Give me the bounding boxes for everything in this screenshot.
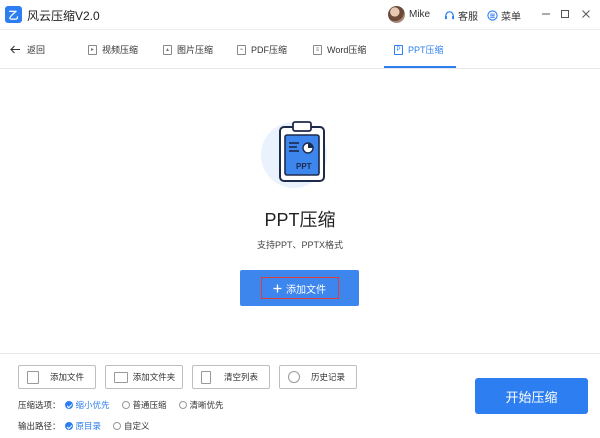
tab-ppt[interactable]: P PPT压缩 — [394, 43, 444, 56]
tab-label: Word压缩 — [327, 45, 367, 55]
tab-label: PDF压缩 — [251, 45, 288, 55]
radio-unchecked-icon — [121, 401, 130, 409]
compress-options-row: 压缩选项： 缩小优先 普通压缩 清晰优先 — [18, 399, 236, 411]
radio-label: 缩小优先 — [75, 400, 110, 410]
tab-pdf[interactable]: ⌁ PDF压缩 — [237, 43, 287, 56]
add-file-highlight: 添加文件 — [260, 277, 339, 299]
customer-service-button[interactable]: 客服 — [444, 8, 478, 23]
radio-label: 普通压缩 — [132, 400, 167, 410]
tab-word[interactable]: ≡ Word压缩 — [313, 43, 366, 56]
output-path-label: 输出路径： — [18, 421, 61, 431]
radio-checked-icon — [64, 422, 73, 430]
image-file-icon: ▴ — [163, 44, 172, 55]
radio-original-dir[interactable]: 原目录 — [64, 420, 102, 432]
toolbar-history-label: 历史记录 — [310, 372, 345, 382]
tab-bar: 返回 ▸ 视频压缩 ▴ 图片压缩 ⌁ PDF压缩 ≡ Word压缩 P PPT压… — [0, 30, 600, 69]
plus-icon — [273, 284, 282, 292]
radio-label: 原目录 — [75, 421, 102, 431]
user-avatar[interactable] — [388, 6, 405, 23]
toolbar-add-file-label: 添加文件 — [49, 372, 84, 382]
tab-label: 图片压缩 — [177, 45, 214, 55]
supported-formats: 支持PPT、PPTX格式 — [256, 240, 343, 250]
panel-divider — [0, 353, 600, 354]
tab-label: 视频压缩 — [102, 45, 139, 55]
page-title: PPT压缩 — [264, 210, 336, 230]
tab-label: PPT压缩 — [408, 45, 444, 55]
tab-image[interactable]: ▴ 图片压缩 — [163, 43, 213, 56]
toolbar-clear-list-button[interactable]: 清空列表 — [192, 365, 270, 389]
menu-button[interactable]: 菜单 — [487, 8, 521, 23]
word-file-icon: ≡ — [313, 44, 322, 55]
radio-smaller-first[interactable]: 缩小优先 — [64, 399, 110, 411]
minimize-button[interactable] — [538, 6, 554, 22]
back-label: 返回 — [27, 45, 46, 55]
maximize-icon — [561, 10, 569, 18]
toolbar-add-folder-label: 添加文件夹 — [132, 372, 176, 382]
radio-checked-icon — [64, 401, 73, 409]
radio-unchecked-icon — [113, 422, 122, 430]
ppt-file-icon: P — [394, 44, 403, 55]
headset-icon — [444, 11, 455, 20]
active-tab-indicator — [384, 66, 456, 68]
toolbar-add-file-button[interactable]: 添加文件 — [18, 365, 96, 389]
radio-label: 自定义 — [124, 421, 150, 431]
close-icon — [582, 10, 590, 18]
toolbar-add-folder-button[interactable]: 添加文件夹 — [105, 365, 183, 389]
toolbar-clear-list-label: 清空列表 — [223, 372, 258, 382]
maximize-button[interactable] — [557, 6, 573, 22]
arrow-left-icon — [10, 45, 20, 54]
menu-icon — [487, 10, 498, 21]
tab-video[interactable]: ▸ 视频压缩 — [88, 43, 138, 56]
app-logo-icon: 乙 — [5, 6, 22, 23]
toolbar-history-button[interactable]: 历史记录 — [279, 365, 357, 389]
ppt-clipboard-icon: PPT — [261, 121, 327, 188]
app-title: 风云压缩V2.0 — [27, 9, 100, 23]
pdf-file-icon: ⌁ — [237, 44, 246, 55]
video-file-icon: ▸ — [88, 44, 97, 55]
compress-options-label: 压缩选项： — [18, 400, 61, 410]
user-name[interactable]: Mike — [409, 9, 430, 20]
close-button[interactable] — [578, 6, 594, 22]
radio-custom-dir[interactable]: 自定义 — [113, 420, 150, 432]
title-bar: 乙 风云压缩V2.0 Mike 客服 菜单 — [0, 0, 600, 30]
add-file-button[interactable]: 添加文件 — [240, 270, 359, 306]
radio-unchecked-icon — [178, 401, 187, 409]
radio-normal-compress[interactable]: 普通压缩 — [121, 399, 167, 411]
output-path-row: 输出路径： 原目录 自定义 — [18, 420, 162, 432]
back-button[interactable]: 返回 — [10, 43, 45, 56]
radio-label: 清晰优先 — [189, 400, 224, 410]
minimize-icon — [542, 13, 550, 15]
menu-label: 菜单 — [501, 12, 521, 23]
customer-service-label: 客服 — [458, 12, 478, 23]
radio-clarity-first[interactable]: 清晰优先 — [178, 399, 224, 411]
add-file-label: 添加文件 — [286, 284, 326, 296]
ppt-icon-text: PPT — [296, 162, 312, 171]
start-compress-button[interactable]: 开始压缩 — [475, 378, 588, 414]
